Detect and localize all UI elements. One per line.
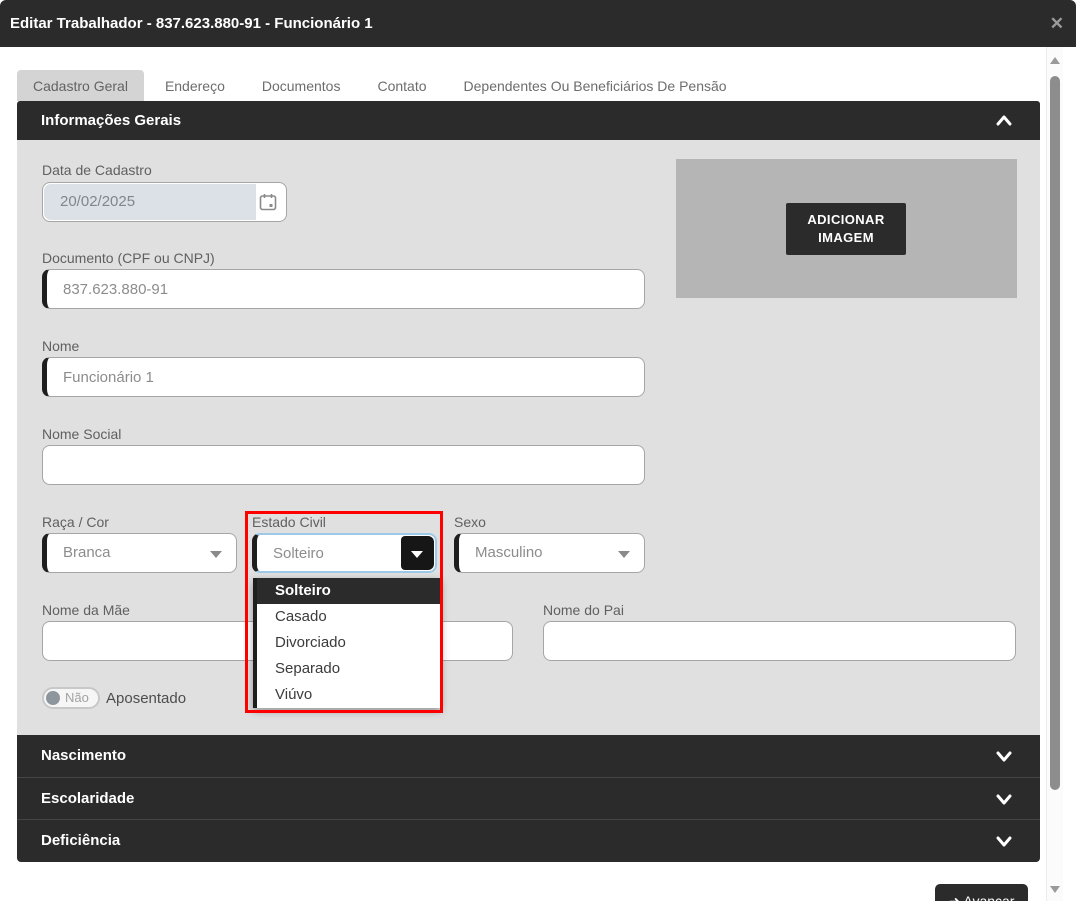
dropdown-option-divorciado[interactable]: Divorciado xyxy=(257,630,441,656)
chevron-down-icon xyxy=(210,551,222,558)
accordion-title: Informações Gerais xyxy=(41,101,181,140)
dropdown-option-solteiro[interactable]: Solteiro xyxy=(257,578,441,604)
accordion-escolaridade[interactable]: Escolaridade xyxy=(17,777,1040,820)
chevron-down-icon xyxy=(411,551,423,558)
tab-endereco[interactable]: Endereço xyxy=(149,70,241,101)
estado-civil-select[interactable]: Solteiro xyxy=(252,533,437,573)
sexo-value: Masculino xyxy=(475,534,543,572)
chevron-up-icon xyxy=(996,113,1012,129)
sexo-label: Sexo xyxy=(454,514,486,530)
raca-cor-label: Raça / Cor xyxy=(42,514,109,530)
scroll-up-arrow-icon[interactable] xyxy=(1050,57,1060,64)
edit-worker-modal: Editar Trabalhador - 837.623.880-91 - Fu… xyxy=(0,0,1076,901)
avancar-button[interactable]: ➜ Avançar xyxy=(935,884,1028,901)
employee-photo-placeholder: Adicionar Imagem xyxy=(676,159,1017,298)
tab-cadastro-geral[interactable]: Cadastro Geral xyxy=(17,70,144,101)
tab-bar: Cadastro Geral Endereço Documentos Conta… xyxy=(17,70,743,101)
sexo-select[interactable]: Masculino xyxy=(454,533,645,573)
estado-civil-value: Solteiro xyxy=(273,535,324,573)
toggle-state-text: Não xyxy=(65,689,89,707)
chevron-down-icon xyxy=(996,748,1012,764)
tab-dependentes[interactable]: Dependentes Ou Beneficiários De Pensão xyxy=(448,70,743,101)
data-cadastro-label: Data de Cadastro xyxy=(42,162,152,178)
aposentado-toggle[interactable]: Não xyxy=(42,687,100,709)
modal-header: Editar Trabalhador - 837.623.880-91 - Fu… xyxy=(0,0,1076,47)
accordion-nascimento[interactable]: Nascimento xyxy=(17,735,1040,777)
nome-social-label: Nome Social xyxy=(42,426,121,442)
data-cadastro-value: 20/02/2025 xyxy=(60,183,135,221)
chevron-down-icon xyxy=(996,833,1012,849)
scrollbar-thumb[interactable] xyxy=(1050,76,1060,790)
accordion-deficiencia[interactable]: Deficiência xyxy=(17,819,1040,862)
chevron-down-icon xyxy=(996,791,1012,807)
accordion-title: Nascimento xyxy=(41,735,126,777)
informacoes-gerais-panel: Data de Cadastro 20/02/2025 Documento (C… xyxy=(17,140,1040,735)
estado-civil-dropdown-list: Solteiro Casado Divorciado Separado Viúv… xyxy=(253,578,441,708)
nome-pai-label: Nome do Pai xyxy=(543,602,624,618)
raca-cor-value: Branca xyxy=(63,534,111,572)
estado-civil-label: Estado Civil xyxy=(252,514,326,530)
dropdown-option-casado[interactable]: Casado xyxy=(257,604,441,630)
close-icon[interactable]: ✕ xyxy=(1050,0,1064,47)
nome-label: Nome xyxy=(42,338,79,354)
scroll-down-arrow-icon[interactable] xyxy=(1050,886,1060,893)
accordion-title: Escolaridade xyxy=(41,778,134,820)
documento-label: Documento (CPF ou CNPJ) xyxy=(42,250,215,266)
nome-mae-label: Nome da Mãe xyxy=(42,602,130,618)
nome-input[interactable] xyxy=(42,357,645,397)
toggle-knob xyxy=(46,691,60,705)
nome-social-input[interactable] xyxy=(42,445,645,485)
dropdown-option-viuvo[interactable]: Viúvo xyxy=(257,682,441,708)
aposentado-label: Aposentado xyxy=(106,690,186,707)
dropdown-option-separado[interactable]: Separado xyxy=(257,656,441,682)
tab-documentos[interactable]: Documentos xyxy=(246,70,357,101)
nome-pai-input[interactable] xyxy=(543,621,1016,661)
raca-cor-select[interactable]: Branca xyxy=(42,533,237,573)
documento-input[interactable] xyxy=(42,269,645,309)
estado-civil-dropdown-button[interactable] xyxy=(401,536,434,570)
tab-contato[interactable]: Contato xyxy=(361,70,442,101)
accordion-title: Deficiência xyxy=(41,820,120,862)
modal-title: Editar Trabalhador - 837.623.880-91 - Fu… xyxy=(10,0,373,47)
vertical-scrollbar[interactable] xyxy=(1046,47,1063,901)
accordion-informacoes-gerais[interactable]: Informações Gerais xyxy=(17,101,1040,140)
calendar-icon[interactable] xyxy=(258,192,278,212)
chevron-down-icon xyxy=(618,551,630,558)
add-image-button[interactable]: Adicionar Imagem xyxy=(786,203,906,255)
data-cadastro-field: 20/02/2025 xyxy=(42,182,287,222)
